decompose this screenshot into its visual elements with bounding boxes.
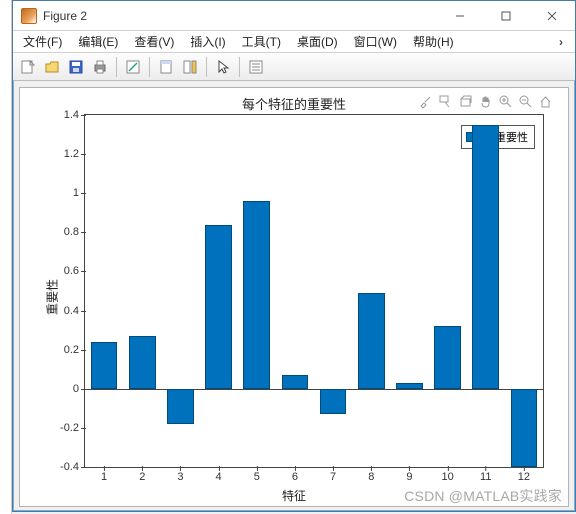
- figure-canvas: 每个特征的重要性 重要性 特征 重要性 -0.4-0.200.20.40.60.…: [19, 87, 569, 507]
- figure-window: Figure 2 文件(F) 编辑(E) 查看(V) 插入(I) 工具(T) 桌…: [12, 0, 576, 512]
- bar[interactable]: [205, 225, 232, 389]
- x-tick: 7: [330, 467, 336, 483]
- open-icon[interactable]: [41, 56, 63, 78]
- x-tick: 6: [292, 467, 298, 483]
- maximize-button[interactable]: [483, 1, 529, 31]
- window-title: Figure 2: [43, 9, 87, 23]
- axes[interactable]: 重要性 -0.4-0.200.20.40.60.811.21.412345678…: [84, 114, 544, 468]
- menu-help[interactable]: 帮助(H): [407, 31, 460, 52]
- x-tick: 11: [480, 467, 491, 483]
- save-icon[interactable]: [65, 56, 87, 78]
- x-tick: 3: [177, 467, 183, 483]
- pointer-icon[interactable]: [212, 56, 234, 78]
- bar[interactable]: [243, 201, 270, 389]
- bar[interactable]: [511, 389, 538, 467]
- menu-prompt-icon[interactable]: ›: [559, 35, 571, 49]
- matlab-icon: [21, 8, 37, 24]
- zoom-out-icon[interactable]: [518, 94, 532, 108]
- y-axis-label: 重要性: [44, 279, 61, 315]
- y-tick: 1.2: [64, 148, 85, 160]
- y-tick: 0.8: [64, 226, 85, 238]
- menu-view[interactable]: 查看(V): [128, 31, 180, 52]
- y-tick: 1.4: [64, 109, 85, 121]
- y-tick: -0.2: [60, 422, 85, 434]
- titlebar[interactable]: Figure 2: [13, 1, 575, 31]
- bar[interactable]: [282, 375, 309, 389]
- bar[interactable]: [472, 125, 499, 389]
- toolbar-separator: [206, 57, 207, 77]
- rotate-icon[interactable]: [458, 94, 472, 108]
- menu-tools[interactable]: 工具(T): [236, 31, 287, 52]
- y-tick: -0.4: [60, 461, 85, 473]
- y-tick: 1: [73, 187, 85, 199]
- editor-gutter: [0, 0, 12, 514]
- watermark: CSDN @MATLAB实践家: [404, 486, 562, 506]
- menu-insert[interactable]: 插入(I): [184, 31, 231, 52]
- menu-desktop[interactable]: 桌面(D): [291, 31, 344, 52]
- y-tick: 0.2: [64, 344, 85, 356]
- zoom-in-icon[interactable]: [498, 94, 512, 108]
- x-tick: 10: [441, 467, 453, 483]
- y-tick: 0: [73, 383, 85, 395]
- print-icon[interactable]: [89, 56, 111, 78]
- new-figure-icon[interactable]: [17, 56, 39, 78]
- y-tick: 0.4: [64, 305, 85, 317]
- bar[interactable]: [167, 389, 194, 424]
- edit-plot-icon[interactable]: [122, 56, 144, 78]
- x-tick: 9: [406, 467, 412, 483]
- bar[interactable]: [320, 389, 347, 414]
- legend-label: 重要性: [495, 129, 528, 145]
- bar[interactable]: [396, 383, 423, 389]
- window-buttons: [437, 1, 575, 31]
- toolbar-separator: [149, 57, 150, 77]
- menu-edit[interactable]: 编辑(E): [72, 31, 124, 52]
- menu-file[interactable]: 文件(F): [17, 31, 68, 52]
- figure-toolbar: [13, 53, 575, 81]
- bar[interactable]: [129, 336, 156, 389]
- bar[interactable]: [358, 293, 385, 389]
- x-tick: 4: [216, 467, 222, 483]
- menu-window[interactable]: 窗口(W): [348, 31, 403, 52]
- x-tick: 5: [254, 467, 260, 483]
- link-axes-icon[interactable]: [155, 56, 177, 78]
- x-tick: 12: [518, 467, 530, 483]
- y-tick: 0.6: [64, 265, 85, 277]
- bar[interactable]: [91, 342, 118, 389]
- minimize-button[interactable]: [437, 1, 483, 31]
- toolbar-separator: [116, 57, 117, 77]
- property-icon[interactable]: [245, 56, 267, 78]
- insert-colorbar-icon[interactable]: [179, 56, 201, 78]
- bar[interactable]: [434, 326, 461, 389]
- menubar: 文件(F) 编辑(E) 查看(V) 插入(I) 工具(T) 桌面(D) 窗口(W…: [13, 31, 575, 53]
- home-icon[interactable]: [538, 94, 552, 108]
- x-tick: 2: [139, 467, 145, 483]
- pan-icon[interactable]: [478, 94, 492, 108]
- close-button[interactable]: [529, 1, 575, 31]
- datatip-icon[interactable]: [438, 94, 452, 108]
- baseline: [85, 389, 543, 390]
- x-tick: 8: [368, 467, 374, 483]
- toolbar-separator: [239, 57, 240, 77]
- x-tick: 1: [101, 467, 107, 483]
- brush-icon[interactable]: [418, 94, 432, 108]
- axes-toolbar: [418, 94, 552, 108]
